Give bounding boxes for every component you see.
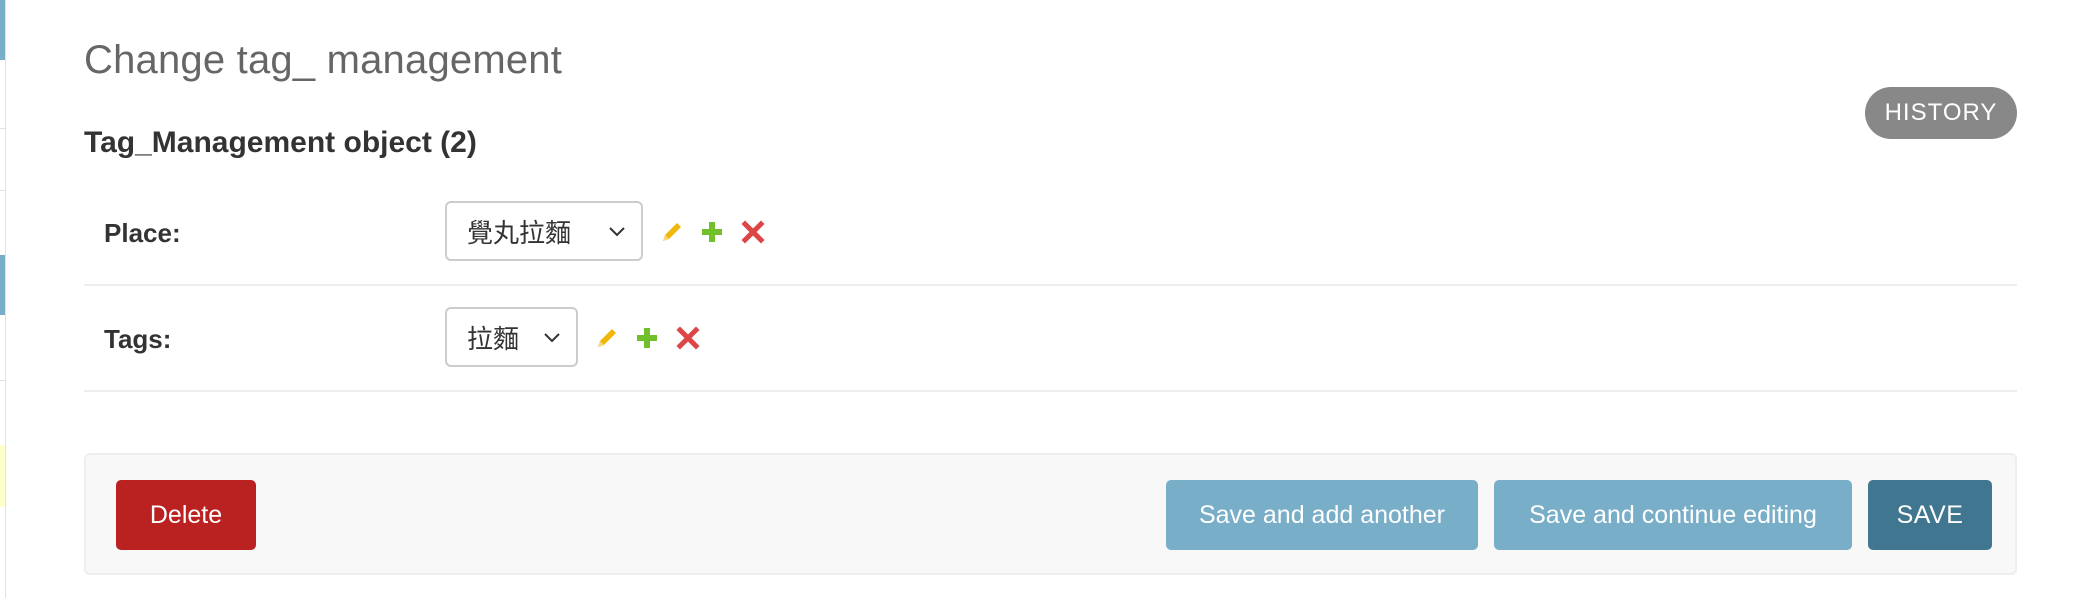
sidebar-divider xyxy=(0,128,5,129)
pencil-icon[interactable] xyxy=(594,325,620,351)
pencil-icon[interactable] xyxy=(659,219,685,245)
history-button[interactable]: History xyxy=(1865,87,2017,139)
place-select[interactable]: 覺丸拉麵 xyxy=(445,201,643,261)
sidebar-highlight xyxy=(0,0,5,60)
save-button[interactable]: Save xyxy=(1868,480,1992,550)
left-sidebar-edge xyxy=(0,0,6,598)
form-row-tags: Tags: 拉麵 xyxy=(84,286,2017,392)
delete-button[interactable]: Delete xyxy=(116,480,256,550)
chevron-down-icon xyxy=(609,227,625,237)
plus-icon[interactable] xyxy=(634,325,660,351)
form-row-place: Place: 覺丸拉麵 xyxy=(84,180,2017,286)
x-icon[interactable] xyxy=(675,325,701,351)
tags-select[interactable]: 拉麵 xyxy=(445,307,578,367)
save-and-add-another-button[interactable]: Save and add another xyxy=(1166,480,1478,550)
x-icon[interactable] xyxy=(740,219,766,245)
object-title: Tag_Management object (2) xyxy=(84,126,477,159)
tags-label: Tags: xyxy=(104,324,172,354)
sidebar-highlight xyxy=(0,445,5,507)
plus-icon[interactable] xyxy=(699,219,725,245)
tags-selected-value: 拉麵 xyxy=(467,323,520,354)
save-and-continue-editing-button[interactable]: Save and continue editing xyxy=(1494,480,1852,550)
sidebar-highlight xyxy=(0,255,5,315)
chevron-down-icon xyxy=(544,333,560,343)
sidebar-divider xyxy=(0,380,5,381)
place-selected-value: 覺丸拉麵 xyxy=(467,217,572,248)
place-label: Place: xyxy=(104,218,181,248)
page-title: Change tag_ management xyxy=(84,38,563,82)
sidebar-divider xyxy=(0,190,5,191)
submit-row: Delete Save and add another Save and con… xyxy=(84,453,2017,575)
